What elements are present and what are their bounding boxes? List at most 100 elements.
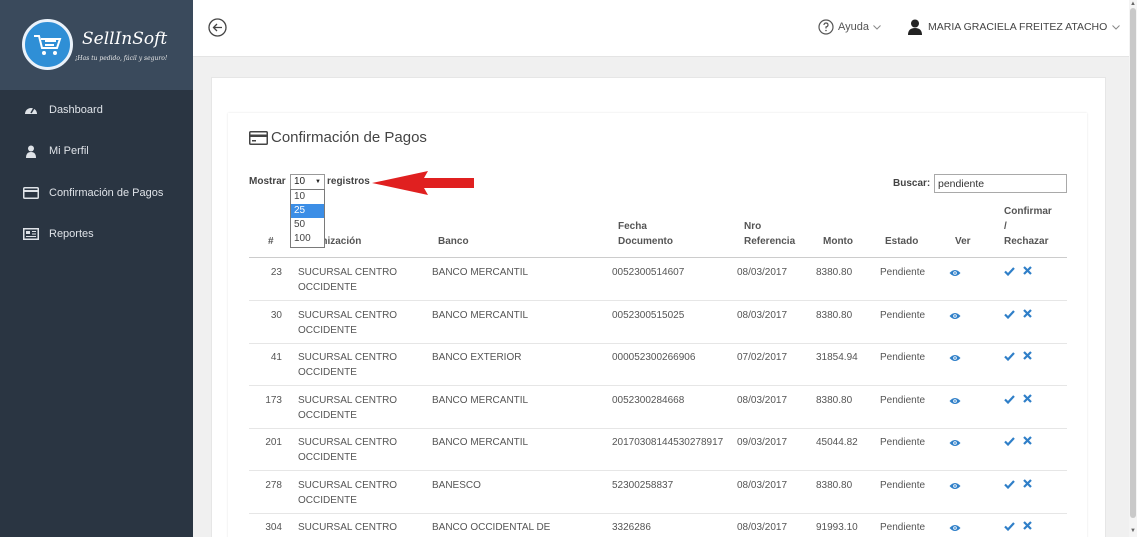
cell-status: Pendiente — [880, 394, 926, 406]
confirm-check-icon[interactable] — [1004, 394, 1015, 407]
sidebar-item-reportes[interactable]: Reportes — [0, 216, 193, 252]
cell-amount: 8380.80 — [816, 267, 853, 278]
col-header-monto[interactable]: Monto — [823, 234, 853, 249]
page-size-option[interactable]: 100 — [291, 232, 324, 246]
cell-reference: 07/02/2017 — [737, 352, 788, 363]
user-menu[interactable]: MARIA GRACIELA FREITEZ ATACHO — [908, 19, 1121, 35]
user-avatar-icon — [908, 19, 922, 35]
help-icon — [818, 19, 834, 35]
confirm-check-icon[interactable] — [1004, 437, 1015, 449]
cell-organization: SUCURSAL CENTRO OCCIDENTE — [298, 265, 397, 295]
view-eye-icon[interactable] — [949, 481, 961, 493]
cell-organization-line2: OCCIDENTE — [298, 367, 357, 378]
cell-id: 41 — [270, 352, 282, 363]
cell-amount: 45044.82 — [816, 437, 858, 448]
cell-reference: 08/03/2017 — [737, 479, 788, 491]
reject-x-icon[interactable] — [1023, 478, 1032, 491]
cell-reference: 08/03/2017 — [737, 267, 788, 278]
cell-id: 23 — [270, 267, 282, 278]
page-size-dropdown: 10 25 50 100 — [290, 189, 325, 248]
cell-amount: 8380.80 — [816, 479, 853, 491]
cell-organization: SUCURSAL CENTRO OCCIDENTE — [298, 478, 397, 508]
page-size-option[interactable]: 50 — [291, 218, 324, 232]
page-size-option[interactable]: 10 — [291, 190, 324, 204]
cell-organization: SUCURSAL CENTRO OCCIDENTE — [298, 393, 397, 423]
cell-document: 3326286 — [612, 522, 651, 533]
cell-organization-line1: SUCURSAL CENTRO — [298, 394, 398, 406]
col-header-bank[interactable]: Banco — [438, 234, 469, 249]
cell-reference: 08/03/2017 — [737, 394, 788, 406]
reject-x-icon[interactable] — [1023, 351, 1032, 363]
reject-x-icon[interactable] — [1023, 521, 1032, 533]
vertical-scrollbar[interactable]: ▲ ▼ — [1129, 0, 1137, 537]
table-row: 173 SUCURSAL CENTRO OCCIDENTE BANCO MERCANT… — [249, 386, 1067, 429]
cell-organization-line2: OCCIDENTE — [298, 282, 357, 293]
brand-header: SellInSoft ¡Has tu pedido, fácil y segur… — [0, 0, 193, 90]
col-header-num[interactable]: # — [268, 234, 274, 249]
confirm-check-icon[interactable] — [1004, 479, 1015, 492]
chevron-down-icon — [1112, 24, 1121, 30]
view-eye-icon[interactable] — [949, 353, 961, 365]
chevron-down-icon — [873, 24, 881, 30]
cell-amount: 8380.80 — [816, 309, 853, 321]
cell-bank: BANCO MERCANTIL — [432, 309, 529, 321]
view-eye-icon[interactable] — [949, 438, 961, 450]
cell-bank: BANCO MERCANTIL — [432, 437, 529, 448]
sidebar-item-label: Reportes — [49, 228, 94, 240]
annotation-arrow — [372, 171, 474, 195]
top-bar: Ayuda MARIA GRACIELA FREITEZ ATACHO — [193, 0, 1129, 57]
reject-x-icon[interactable] — [1023, 436, 1032, 448]
col-header-confirmar-line3: Rechazar — [1004, 236, 1049, 247]
cell-organization: SUCURSAL CENTRO — [298, 520, 397, 535]
col-header-estado[interactable]: Estado — [885, 234, 918, 249]
sidebar-item-mi-perfil[interactable]: Mi Perfil — [0, 133, 193, 169]
cell-organization: SUCURSAL CENTRO OCCIDENTE — [298, 350, 397, 380]
table-row: 23 SUCURSAL CENTRO OCCIDENTE BANCO MERCANTI… — [249, 258, 1067, 301]
sidebar-item-dashboard[interactable]: Dashboard — [0, 92, 193, 128]
confirm-check-icon[interactable] — [1004, 309, 1015, 322]
confirm-check-icon[interactable] — [1004, 267, 1015, 279]
cell-id: 278 — [265, 479, 282, 491]
view-eye-icon[interactable] — [949, 311, 961, 323]
view-eye-icon[interactable] — [949, 396, 961, 408]
sidebar-item-confirmacion-pagos[interactable]: Confirmación de Pagos — [0, 175, 193, 211]
page-size-option[interactable]: 25 — [291, 204, 324, 218]
cell-reference: 08/03/2017 — [737, 309, 788, 321]
search-input[interactable] — [934, 174, 1067, 193]
sidebar-item-label: Mi Perfil — [49, 145, 89, 157]
page-title: Confirmación de Pagos — [249, 129, 427, 146]
table-row: 201 SUCURSAL CENTRO OCCIDENTE BANCO MERCANT… — [249, 428, 1067, 471]
back-arrow-icon[interactable] — [208, 18, 227, 37]
cell-organization-line1: SUCURSAL CENTRO — [298, 309, 398, 321]
col-header-nro[interactable]: Nro Referencia — [744, 219, 795, 249]
report-icon — [23, 228, 39, 240]
cell-organization-line1: SUCURSAL CENTRO — [298, 522, 398, 533]
confirm-check-icon[interactable] — [1004, 352, 1015, 364]
col-header-fecha[interactable]: Fecha Documento — [618, 219, 673, 249]
cell-organization-line2: OCCIDENTE — [298, 409, 357, 421]
scrollbar-thumb[interactable] — [1130, 8, 1136, 518]
table-row: 304 SUCURSAL CENTRO BANCO OCCIDENTAL DE 332… — [249, 513, 1067, 537]
col-header-confirmar-line1: Confirmar — [1004, 206, 1052, 217]
col-header-confirmar-line2: / — [1004, 221, 1007, 232]
confirm-check-icon[interactable] — [1004, 522, 1015, 534]
cell-id: 304 — [265, 522, 282, 533]
cell-status: Pendiente — [880, 522, 926, 533]
scroll-up-icon[interactable]: ▲ — [1130, 1, 1136, 7]
table-row: 30 SUCURSAL CENTRO OCCIDENTE BANCO MERCANTI… — [249, 301, 1067, 344]
view-eye-icon[interactable] — [949, 268, 961, 280]
reject-x-icon[interactable] — [1023, 308, 1032, 321]
user-icon — [23, 145, 39, 158]
reject-x-icon[interactable] — [1023, 266, 1032, 278]
cell-reference: 09/03/2017 — [737, 437, 788, 448]
page-size-select[interactable]: 10 ▼ — [290, 174, 325, 190]
cell-document: 0052300284668 — [612, 394, 685, 406]
table-row: 41 SUCURSAL CENTRO OCCIDENTE BANCO EXTERIOR… — [249, 343, 1067, 386]
cell-organization-line1: SUCURSAL CENTRO — [298, 479, 398, 491]
reject-x-icon[interactable] — [1023, 393, 1032, 406]
help-menu[interactable]: Ayuda — [818, 19, 881, 35]
brand-name: SellInSoft — [82, 29, 168, 49]
scroll-down-icon[interactable]: ▼ — [1130, 528, 1136, 534]
cell-id: 30 — [270, 309, 282, 321]
view-eye-icon[interactable] — [949, 523, 961, 535]
